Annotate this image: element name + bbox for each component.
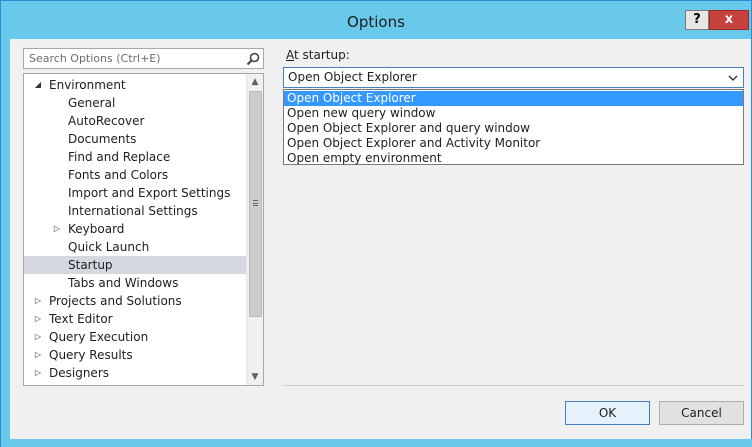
tree-item-label: International Settings bbox=[68, 204, 198, 218]
tree-item-label: General bbox=[68, 96, 116, 110]
startup-dropdown-list: Open Object Explorer Open new query windo… bbox=[283, 89, 744, 165]
collapsed-arrow-icon[interactable]: ▷ bbox=[33, 346, 43, 364]
search-box bbox=[23, 48, 264, 69]
startup-label: At startup: bbox=[286, 48, 350, 62]
tree-item-label: Startup bbox=[68, 258, 113, 272]
tree-item-label: Find and Replace bbox=[68, 150, 171, 164]
ok-button[interactable]: OK bbox=[565, 401, 650, 425]
tree-item-documents[interactable]: Documents bbox=[24, 130, 246, 148]
collapsed-arrow-icon[interactable]: ▷ bbox=[33, 364, 43, 382]
tree-item-quick-launch[interactable]: Quick Launch bbox=[24, 238, 246, 256]
tree-item-label: Documents bbox=[68, 132, 137, 146]
tree-item-startup[interactable]: Startup bbox=[24, 256, 246, 274]
window-frame-bottom bbox=[1, 439, 752, 447]
tree-item-label: Designers bbox=[49, 366, 109, 380]
tree-item-label: Keyboard bbox=[68, 222, 125, 236]
tree-item-general[interactable]: General bbox=[24, 94, 246, 112]
tree-item-label: AutoRecover bbox=[68, 114, 145, 128]
tree-item-projects-and-solutions[interactable]: ▷ Projects and Solutions bbox=[24, 292, 246, 310]
collapsed-arrow-icon[interactable]: ▷ bbox=[33, 310, 43, 328]
tree-item-query-execution[interactable]: ▷ Query Execution bbox=[24, 328, 246, 346]
scroll-down-icon[interactable]: ▼ bbox=[247, 369, 263, 385]
tree-item-label: Query Execution bbox=[49, 330, 149, 344]
tree-item-label: Query Results bbox=[49, 348, 133, 362]
tree-item-fonts-and-colors[interactable]: Fonts and Colors bbox=[24, 166, 246, 184]
startup-combobox[interactable]: Open Object Explorer bbox=[283, 67, 744, 88]
collapsed-arrow-icon[interactable]: ▷ bbox=[33, 328, 43, 346]
tree-item-keyboard[interactable]: ▷ Keyboard bbox=[24, 220, 246, 238]
scroll-thumb[interactable] bbox=[249, 91, 262, 317]
cancel-button[interactable]: Cancel bbox=[659, 401, 744, 425]
tree-item-label: Fonts and Colors bbox=[68, 168, 169, 182]
window-frame-left bbox=[1, 39, 10, 447]
tree-item-label: Text Editor bbox=[49, 312, 113, 326]
tree-item-label: Projects and Solutions bbox=[49, 294, 182, 308]
title-bar[interactable]: Options ? x bbox=[1, 1, 751, 39]
tree-item-label: Import and Export Settings bbox=[68, 186, 231, 200]
tree-item-environment[interactable]: ◢ Environment bbox=[24, 76, 246, 94]
tree-item-international-settings[interactable]: International Settings bbox=[24, 202, 246, 220]
tree-item-text-editor[interactable]: ▷ Text Editor bbox=[24, 310, 246, 328]
collapsed-arrow-icon[interactable]: ▷ bbox=[33, 292, 43, 310]
startup-combobox-value: Open Object Explorer bbox=[288, 70, 417, 84]
tree-item-import-and-export-settings[interactable]: Import and Export Settings bbox=[24, 184, 246, 202]
startup-label-text: t startup: bbox=[294, 48, 350, 62]
tree-item-label: Environment bbox=[49, 78, 126, 92]
tree-scrollbar[interactable]: ▲ ▼ bbox=[246, 74, 263, 385]
dropdown-option[interactable]: Open Object Explorer and Activity Monito… bbox=[284, 136, 743, 151]
separator bbox=[283, 385, 744, 386]
expanded-arrow-icon[interactable]: ◢ bbox=[33, 76, 43, 94]
tree-item-query-results[interactable]: ▷ Query Results bbox=[24, 346, 246, 364]
grip-icon bbox=[253, 200, 258, 206]
startup-label-accelerator: A bbox=[286, 48, 294, 62]
search-icon[interactable] bbox=[245, 51, 261, 67]
options-tree[interactable]: ◢ Environment General AutoRecover Documents F… bbox=[23, 73, 264, 386]
tree-item-tabs-and-windows[interactable]: Tabs and Windows bbox=[24, 274, 246, 292]
dropdown-option[interactable]: Open empty environment bbox=[284, 151, 743, 166]
help-button[interactable]: ? bbox=[685, 10, 709, 30]
tree-item-autorecover[interactable]: AutoRecover bbox=[24, 112, 246, 130]
close-button[interactable]: x bbox=[709, 10, 749, 30]
window-title: Options bbox=[347, 13, 405, 31]
tree-item-designers[interactable]: ▷ Designers bbox=[24, 364, 246, 382]
dropdown-option[interactable]: Open Object Explorer and query window bbox=[284, 121, 743, 136]
dropdown-option[interactable]: Open Object Explorer bbox=[284, 91, 743, 106]
dropdown-option[interactable]: Open new query window bbox=[284, 106, 743, 121]
scroll-up-icon[interactable]: ▲ bbox=[247, 74, 263, 90]
tree-item-label: Quick Launch bbox=[68, 240, 150, 254]
search-input[interactable] bbox=[24, 49, 239, 68]
collapsed-arrow-icon[interactable]: ▷ bbox=[52, 220, 62, 238]
chevron-down-icon[interactable] bbox=[727, 70, 739, 86]
tree-item-find-and-replace[interactable]: Find and Replace bbox=[24, 148, 246, 166]
tree-item-label: Tabs and Windows bbox=[68, 276, 179, 290]
